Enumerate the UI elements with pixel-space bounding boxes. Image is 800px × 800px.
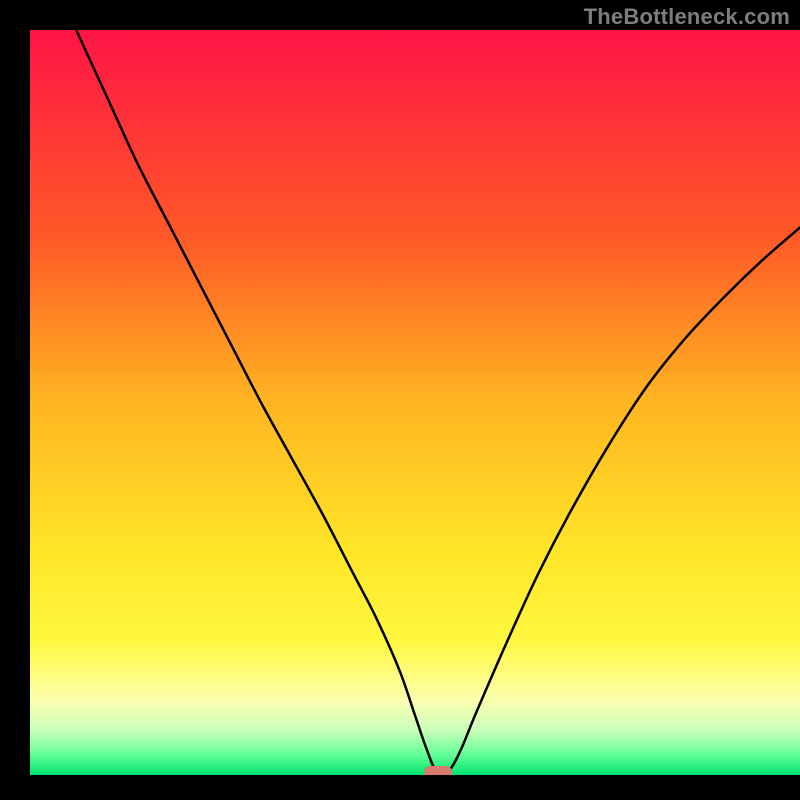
watermark-text: TheBottleneck.com — [584, 4, 790, 30]
bottleneck-chart — [0, 0, 800, 800]
gradient-background — [30, 30, 800, 775]
optimal-point-marker — [424, 766, 452, 780]
chart-stage: TheBottleneck.com — [0, 0, 800, 800]
